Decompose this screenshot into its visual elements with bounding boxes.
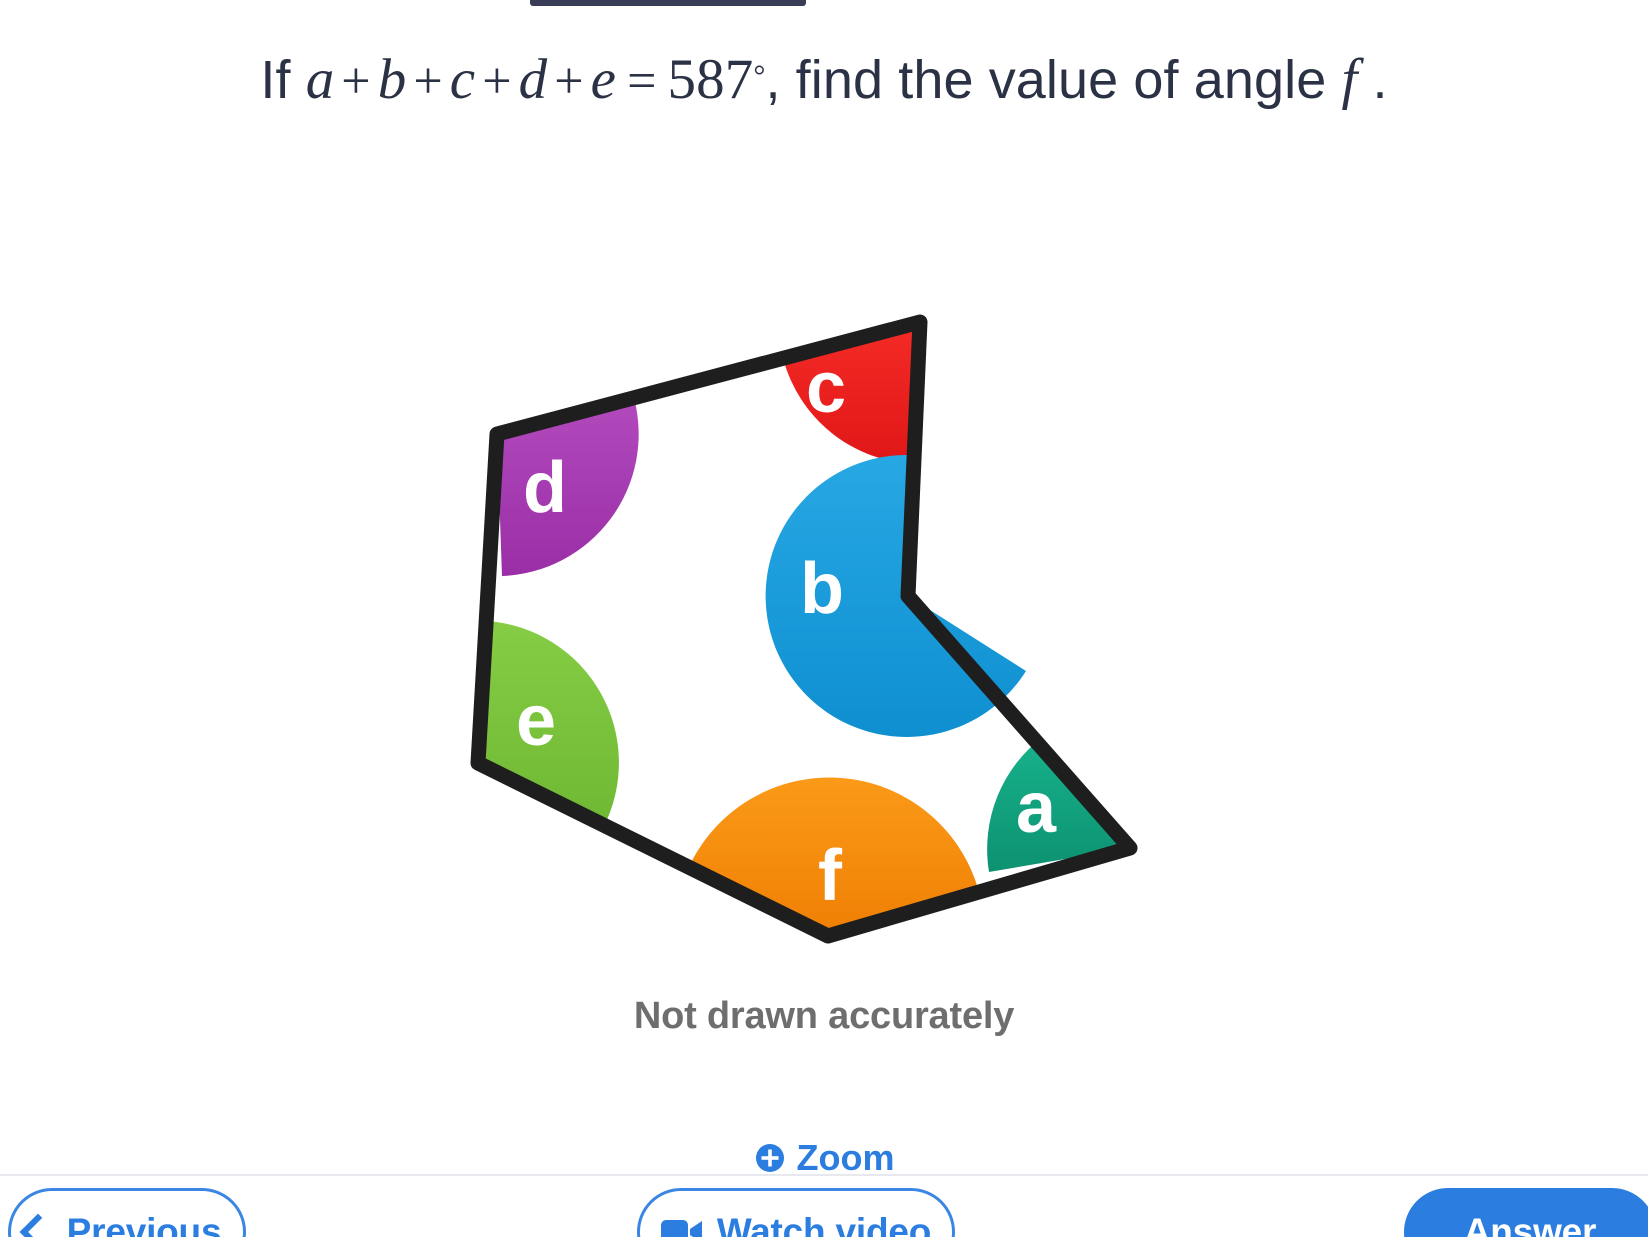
angle-label-c: c [806, 348, 846, 428]
question-prefix: If [260, 50, 291, 110]
question-middle: find the value of angle [795, 50, 1327, 110]
polygon-diagram: c d b e f a [470, 314, 1138, 944]
operator-1: + [341, 53, 371, 110]
angle-label-d: d [523, 448, 567, 528]
watch-video-button[interactable]: Watch video [637, 1188, 955, 1237]
answer-button-label: Answer [1463, 1211, 1597, 1237]
angle-label-e: e [516, 681, 556, 761]
angle-label-b: b [800, 549, 844, 629]
magnifier-plus-icon [754, 1142, 786, 1174]
bottom-toolbar: Previous Watch video Answer [0, 1174, 1648, 1237]
previous-button[interactable]: Previous [8, 1188, 246, 1237]
comma: , [765, 50, 781, 110]
operator-3: + [482, 53, 512, 110]
term-e: e [590, 48, 617, 111]
term-c: c [449, 48, 476, 111]
degree-symbol: ° [753, 59, 766, 93]
sum-value: 587 [667, 48, 754, 111]
operator-2: + [413, 53, 443, 110]
term-d: d [518, 48, 548, 111]
term-b: b [377, 48, 407, 111]
angle-label-f: f [818, 836, 843, 916]
question-screen: If a + b + c + d + e = 587°, find the value of ang… [0, 0, 1648, 1237]
watch-video-button-label: Watch video [716, 1211, 932, 1237]
equals-sign: = [627, 53, 657, 110]
chevron-left-icon [19, 1213, 57, 1237]
top-progress-bar [530, 0, 806, 6]
question-period: . [1372, 50, 1388, 110]
figure-container: c d b e f a [0, 255, 1648, 1045]
term-a: a [305, 48, 335, 111]
zoom-label: Zoom [796, 1142, 895, 1174]
zoom-link[interactable]: Zoom [0, 1142, 1648, 1174]
figure-caption: Not drawn accurately [633, 995, 1015, 1037]
angle-label-a: a [1016, 768, 1057, 848]
operator-4: + [554, 53, 584, 110]
unknown-angle: f [1341, 48, 1358, 111]
previous-button-label: Previous [66, 1211, 222, 1237]
video-camera-icon [660, 1217, 703, 1237]
question-text: If a + b + c + d + e = 587°, find the value of ang… [40, 34, 1608, 126]
answer-button[interactable]: Answer [1404, 1188, 1648, 1237]
